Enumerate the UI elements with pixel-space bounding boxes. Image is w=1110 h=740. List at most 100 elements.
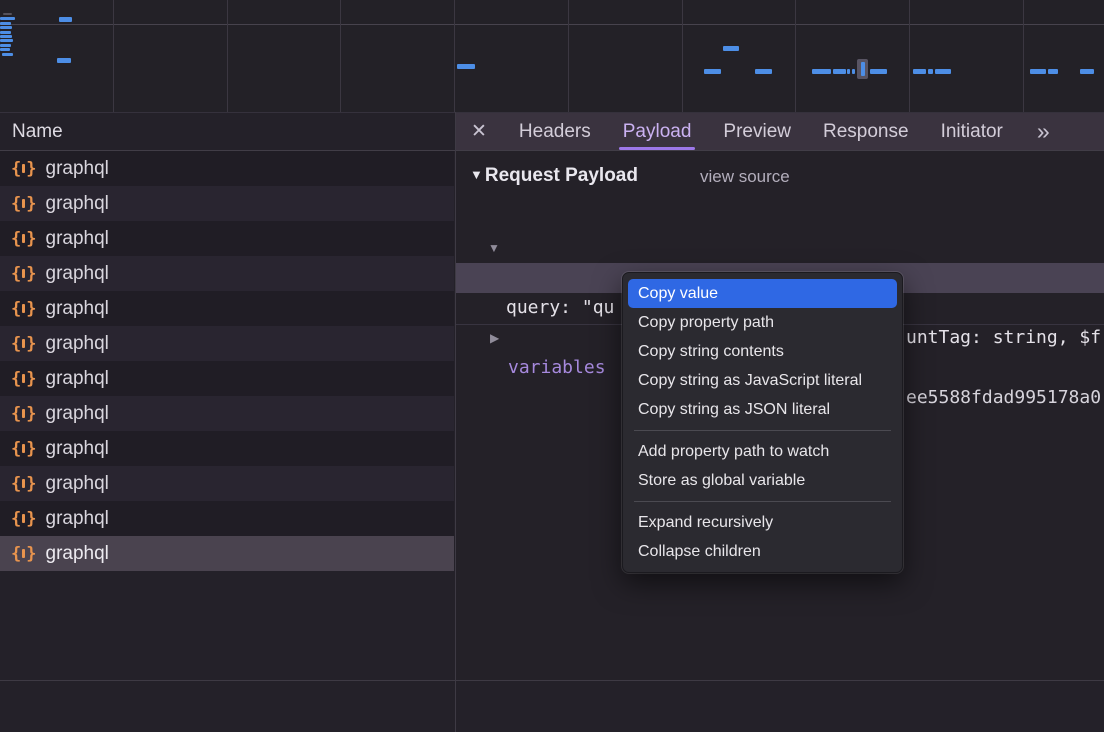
request-row[interactable]: {} graphql <box>0 431 454 466</box>
json-braces-icon: {} <box>11 264 37 284</box>
view-source-link[interactable]: view source <box>700 167 790 187</box>
tree-disclosure-closed-icon[interactable]: ▶ <box>490 323 499 353</box>
details-tab-bar: ✕ Headers Payload Preview Response Initiator… <box>455 113 1104 150</box>
overview-gridline <box>340 0 341 112</box>
json-braces-icon: {} <box>11 194 37 214</box>
menu-item-copy-string-as-javascript-literal[interactable]: Copy string as JavaScript literal <box>628 366 897 395</box>
waterfall-bar[interactable] <box>2 53 13 56</box>
request-row[interactable]: {} graphql <box>0 466 454 501</box>
waterfall-bar[interactable] <box>852 69 855 74</box>
json-braces-icon: {} <box>11 299 37 319</box>
menu-item-expand-recursively[interactable]: Expand recursively <box>628 508 897 537</box>
json-braces-icon: {} <box>11 404 37 424</box>
tab-initiator[interactable]: Initiator <box>941 113 1003 150</box>
waterfall-bar[interactable] <box>3 13 12 15</box>
request-name: graphql <box>46 473 109 495</box>
request-row[interactable]: {} graphql <box>0 326 454 361</box>
waterfall-bar[interactable] <box>0 26 12 29</box>
request-row[interactable]: {}graphql <box>0 536 454 571</box>
name-column-label: Name <box>12 121 63 143</box>
request-name: graphql <box>46 158 109 180</box>
overview-gridline <box>682 0 683 112</box>
overview-gridline <box>568 0 569 112</box>
request-name: graphql <box>46 333 109 355</box>
waterfall-bar[interactable] <box>0 39 13 42</box>
request-payload-section-title[interactable]: ▼Request Payload <box>470 165 638 187</box>
waterfall-bar[interactable] <box>704 69 721 74</box>
selected-request-marker-bar <box>861 62 865 76</box>
waterfall-bar[interactable] <box>928 69 933 74</box>
menu-item-copy-value[interactable]: Copy value <box>628 279 897 308</box>
request-list: {} graphql {} graphql {} graphql {} graphql {} gr… <box>0 151 454 571</box>
waterfall-bar[interactable] <box>59 17 72 22</box>
waterfall-bar[interactable] <box>57 58 71 63</box>
request-name: graphql <box>46 403 109 425</box>
json-braces-icon: {} <box>11 509 37 529</box>
network-overview[interactable] <box>0 0 1104 112</box>
request-row[interactable]: {} graphql <box>0 151 454 186</box>
tab-payload[interactable]: Payload <box>623 113 692 150</box>
request-row[interactable]: {}graphql <box>0 501 454 536</box>
overview-gridline <box>227 0 228 112</box>
menu-item-store-as-global-variable[interactable]: Store as global variable <box>628 466 897 495</box>
request-row[interactable]: {}graphql <box>0 291 454 326</box>
query-row-right-text: untTag: string, $f <box>906 323 1101 353</box>
panel-divider[interactable] <box>455 112 456 732</box>
more-tabs-icon[interactable]: » <box>1037 120 1050 143</box>
menu-item-add-property-path-to-watch[interactable]: Add property path to watch <box>628 437 897 466</box>
waterfall-bar[interactable] <box>935 69 951 74</box>
waterfall-bar[interactable] <box>1080 69 1094 74</box>
devtools-window: Name ✕ Headers Payload Preview Response Init… <box>0 0 1104 732</box>
request-row[interactable]: {}graphql <box>0 186 454 221</box>
variables-row-right-text: ee5588fdad995178a0 <box>906 383 1101 413</box>
menu-item-collapse-children[interactable]: Collapse children <box>628 537 897 566</box>
tab-response[interactable]: Response <box>823 113 909 150</box>
payload-preview-row[interactable]: ▼ {operationName: "ipFlowTimeseries", va… <box>456 203 1104 233</box>
json-braces-icon: {} <box>11 334 37 354</box>
waterfall-bar[interactable] <box>0 17 15 20</box>
json-braces-icon: {} <box>11 159 37 179</box>
variables-key: variables <box>508 353 606 383</box>
overview-gridline <box>454 0 455 112</box>
json-braces-icon: {} <box>11 439 37 459</box>
menu-item-copy-string-contents[interactable]: Copy string contents <box>628 337 897 366</box>
request-row[interactable]: {} graphql <box>0 221 454 256</box>
waterfall-bar[interactable] <box>1048 69 1058 74</box>
waterfall-bar[interactable] <box>812 69 831 74</box>
waterfall-bar[interactable] <box>847 69 850 74</box>
waterfall-bar[interactable] <box>870 69 887 74</box>
name-column-header[interactable]: Name <box>0 113 455 150</box>
panel-header-row: Name ✕ Headers Payload Preview Response Init… <box>0 112 1104 151</box>
waterfall-bar[interactable] <box>723 46 739 51</box>
menu-separator <box>634 430 891 431</box>
screenshot-right-margin <box>1104 0 1110 740</box>
json-braces-icon: {} <box>11 544 37 564</box>
close-icon[interactable]: ✕ <box>471 120 487 143</box>
section-disclosure-icon: ▼ <box>470 167 483 182</box>
menu-item-copy-string-as-json-literal[interactable]: Copy string as JSON literal <box>628 395 897 424</box>
waterfall-bar[interactable] <box>0 31 11 34</box>
request-name: graphql <box>46 438 109 460</box>
json-braces-icon: {} <box>11 474 37 494</box>
request-name: graphql <box>46 228 109 250</box>
request-row[interactable]: {}graphql <box>0 361 454 396</box>
waterfall-bar[interactable] <box>1030 69 1046 74</box>
menu-item-copy-property-path[interactable]: Copy property path <box>628 308 897 337</box>
request-name: graphql <box>46 368 109 390</box>
waterfall-bar[interactable] <box>913 69 926 74</box>
waterfall-bar[interactable] <box>833 69 846 74</box>
operation-name-row[interactable]: operationName: "ipFlowTimeseries" <box>456 233 1104 263</box>
waterfall-bar[interactable] <box>0 48 10 51</box>
tab-headers[interactable]: Headers <box>519 113 591 150</box>
waterfall-bar[interactable] <box>457 64 475 69</box>
waterfall-bar[interactable] <box>0 35 12 38</box>
waterfall-bar[interactable] <box>0 44 11 47</box>
json-braces-icon: {} <box>11 229 37 249</box>
waterfall-bar[interactable] <box>755 69 772 74</box>
overview-gridline <box>113 0 114 112</box>
request-row[interactable]: {}graphql <box>0 256 454 291</box>
footer-separator <box>0 680 1104 681</box>
waterfall-bar[interactable] <box>0 22 11 25</box>
request-row[interactable]: {} graphql <box>0 396 454 431</box>
tab-preview[interactable]: Preview <box>723 113 791 150</box>
